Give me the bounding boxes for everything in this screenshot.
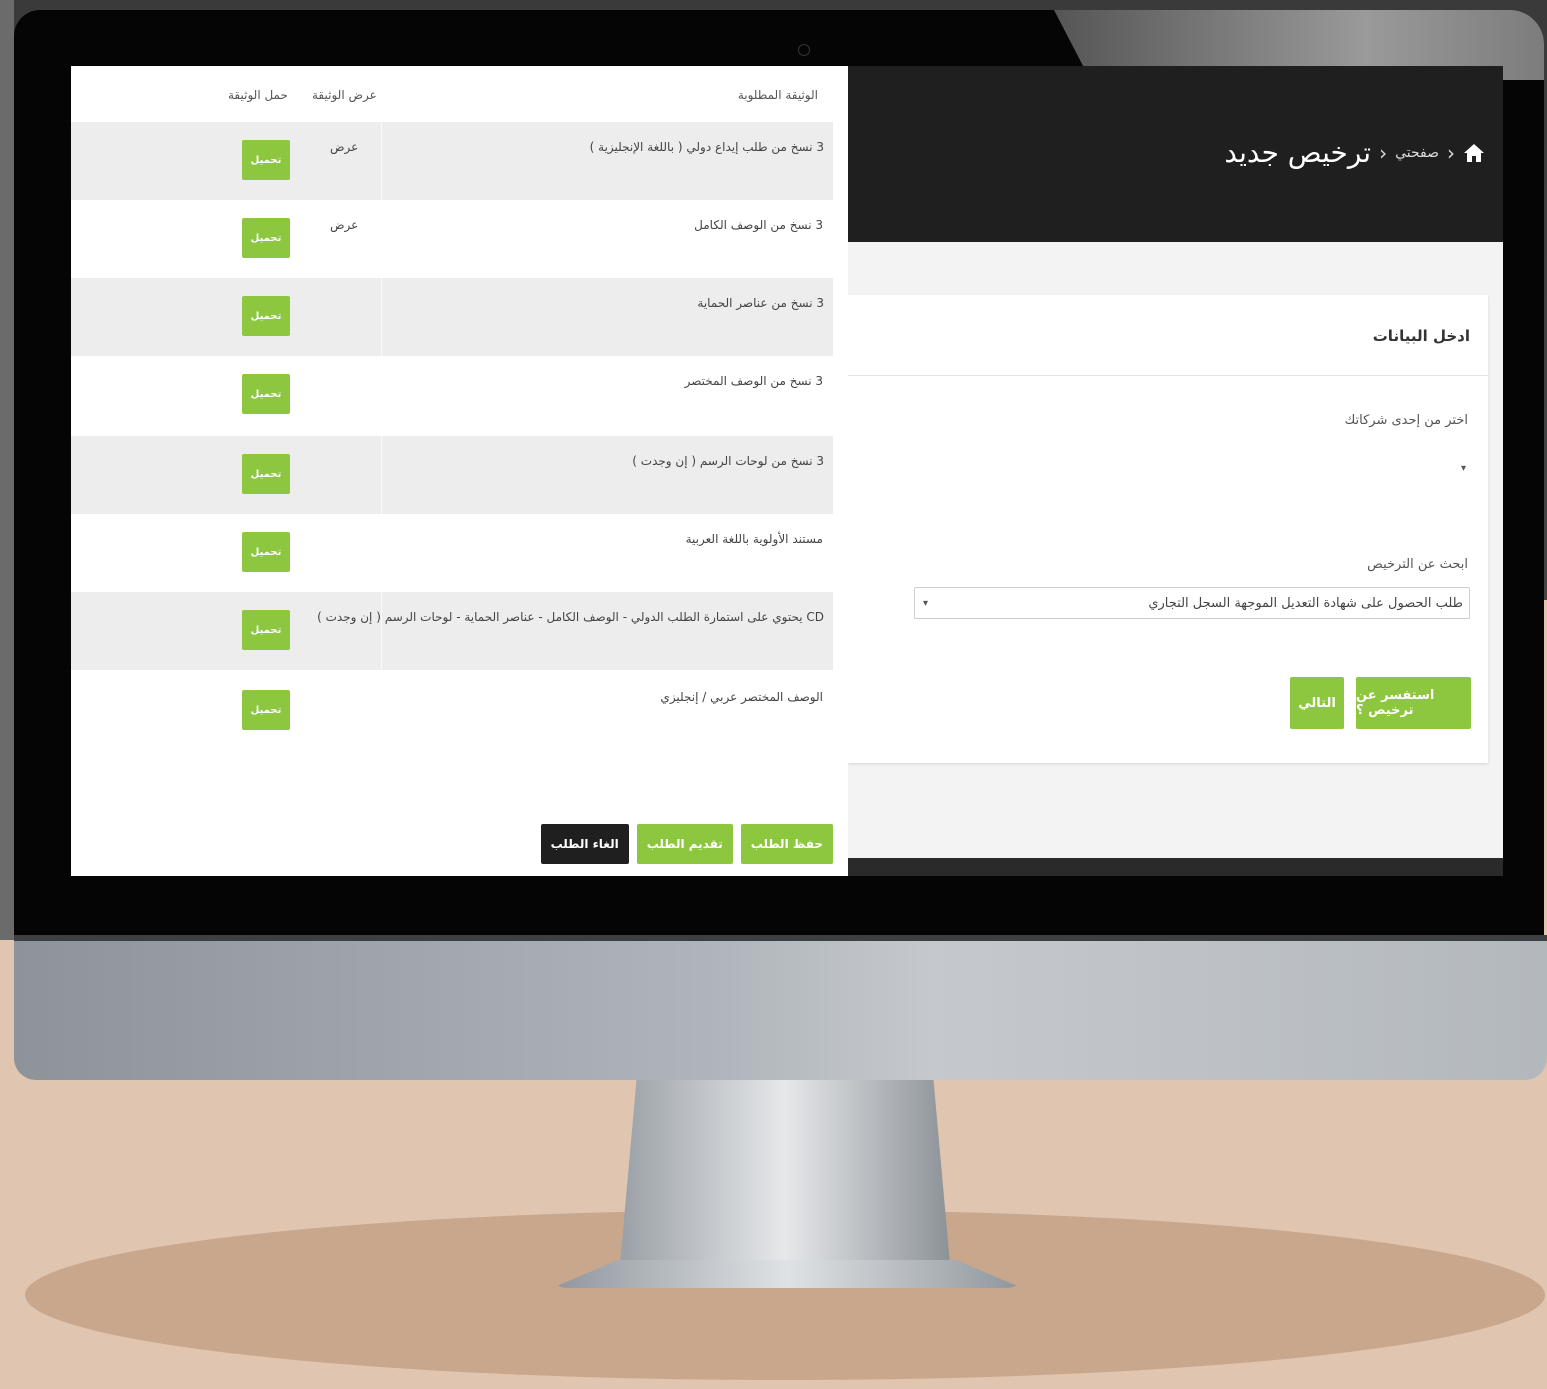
document-name: 3 نسخ من الوصف الكامل (694, 218, 823, 232)
breadcrumb-home-link[interactable]: صفحتي (1395, 145, 1439, 161)
document-name: 3 نسخ من عناصر الحماية (697, 296, 824, 310)
document-name: 3 نسخ من طلب إيداع دولي ( باللغة الإنجلي… (589, 140, 824, 154)
table-row: CD يحتوي على استمارة الطلب الدولي - الوص… (71, 592, 833, 670)
company-select[interactable]: ▾ (1461, 463, 1466, 474)
next-button[interactable]: التالي (1290, 677, 1344, 729)
card-title: ادخل البيانات (1372, 327, 1470, 345)
table-row: مستند الأولوية باللغة العربية تحميل (71, 514, 833, 592)
documents-panel: الوثيقة المطلوبة عرض الوثيقة حمل الوثيقة… (71, 66, 848, 876)
document-name: 3 نسخ من الوصف المختصر (684, 374, 823, 388)
document-name: مستند الأولوية باللغة العربية (685, 532, 823, 546)
table-row: الوصف المختصر عربي / إنجليزي تحميل (71, 672, 833, 750)
license-select[interactable]: طلب الحصول على شهادة التعديل الموجهة الس… (914, 587, 1470, 619)
upload-button[interactable]: تحميل (242, 532, 290, 572)
upload-button[interactable]: تحميل (242, 454, 290, 494)
breadcrumb: › صفحتي › ترخيص جديد (1224, 136, 1485, 169)
monitor-chin (14, 935, 1547, 1080)
breadcrumb-separator: › (1447, 140, 1455, 165)
header-upload-document: حمل الوثيقة (228, 88, 288, 102)
documents-table-header: الوثيقة المطلوبة عرض الوثيقة حمل الوثيقة (71, 66, 848, 122)
view-document-link[interactable]: عرض (330, 218, 358, 232)
upload-button[interactable]: تحميل (242, 218, 290, 258)
cancel-request-button[interactable]: الغاء الطلب (540, 824, 629, 864)
upload-button[interactable]: تحميل (242, 610, 290, 650)
upload-button[interactable]: تحميل (242, 296, 290, 336)
upload-button[interactable]: تحميل (242, 140, 290, 180)
chevron-down-icon: ▾ (923, 598, 929, 609)
table-row: 3 نسخ من لوحات الرسم ( إن وجدت ) تحميل (71, 436, 833, 514)
header-required-document: الوثيقة المطلوبة (737, 88, 818, 102)
license-search-label: ابحث عن الترخيص (1367, 557, 1468, 572)
page-title: ترخيص جديد (1224, 136, 1372, 169)
breadcrumb-separator: › (1379, 140, 1388, 165)
table-row: 3 نسخ من طلب إيداع دولي ( باللغة الإنجلي… (71, 122, 833, 200)
wall-edge (0, 0, 14, 940)
view-document-link[interactable]: عرض (330, 140, 358, 154)
page-footer (848, 858, 1503, 876)
document-name: 3 نسخ من لوحات الرسم ( إن وجدت ) (632, 454, 824, 468)
license-select-value: طلب الحصول على شهادة التعديل الموجهة الس… (1148, 596, 1463, 611)
save-request-button[interactable]: حفظ الطلب (740, 824, 833, 864)
document-name: CD يحتوي على استمارة الطلب الدولي - الوص… (317, 610, 824, 624)
monitor-chin-edge (14, 935, 1547, 941)
upload-button[interactable]: تحميل (242, 690, 290, 730)
table-row: 3 نسخ من الوصف الكامل عرض تحميل (71, 200, 833, 278)
table-row: 3 نسخ من عناصر الحماية تحميل (71, 278, 833, 356)
data-entry-card: ادخل البيانات اختر من إحدى شركاتك ▾ ابحث… (848, 295, 1488, 763)
upload-button[interactable]: تحميل (242, 374, 290, 414)
submit-request-button[interactable]: تقديم الطلب (636, 824, 733, 864)
card-divider (848, 375, 1488, 376)
monitor-stand (620, 1080, 950, 1264)
company-label: اختر من إحدى شركاتك (1344, 413, 1468, 428)
monitor-stand-base (552, 1260, 1022, 1288)
document-name: الوصف المختصر عربي / إنجليزي (660, 690, 823, 704)
home-icon[interactable] (1463, 143, 1485, 163)
header-view-document: عرض الوثيقة (312, 88, 377, 102)
inquire-license-button[interactable]: استفسر عن ترخيص ؟ (1356, 677, 1471, 729)
camera-icon (798, 44, 810, 56)
documents-actions: حفظ الطلب تقديم الطلب الغاء الطلب (540, 824, 833, 864)
table-row: 3 نسخ من الوصف المختصر تحميل (71, 356, 833, 434)
